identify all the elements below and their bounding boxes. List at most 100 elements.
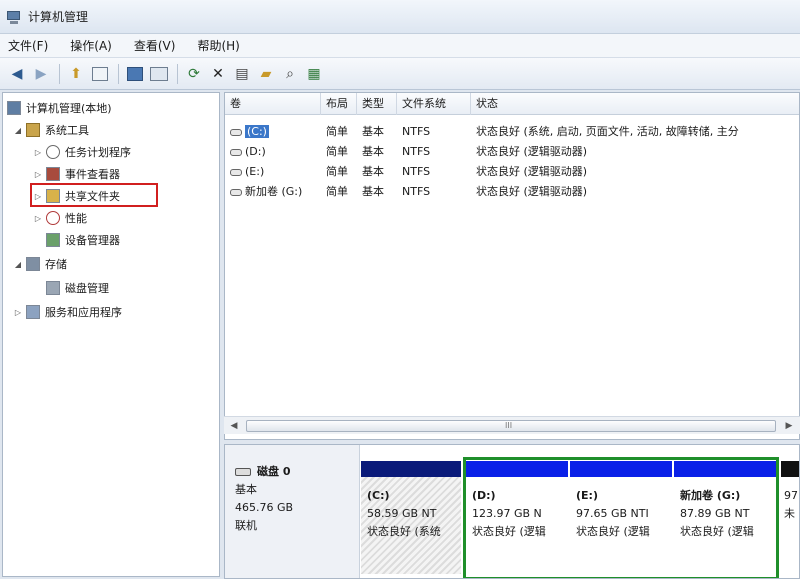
expand-arrow-icon[interactable]: ▷ — [13, 308, 23, 317]
scroll-thumb[interactable]: III — [246, 420, 776, 432]
refresh-icon[interactable]: ⟳ — [183, 63, 205, 85]
properties-icon[interactable]: ▤ — [231, 63, 253, 85]
type-cell: 基本 — [362, 125, 384, 138]
partition-unallocated[interactable]: 97 未 — [781, 461, 799, 574]
filesystem-cell: NTFS — [402, 185, 431, 198]
window-title: 计算机管理 — [28, 10, 89, 24]
extended-partition-frame — [463, 457, 779, 578]
menu-help[interactable]: 帮助(H) — [197, 37, 239, 54]
open-folder-icon[interactable]: ▰ — [255, 63, 277, 85]
toolbar-separator — [118, 63, 119, 84]
collapse-arrow-icon[interactable]: ◢ — [13, 126, 23, 135]
volume-name-cell: 新加卷 (G:) — [225, 182, 321, 202]
storage-icon — [26, 257, 40, 271]
filesystem-cell: NTFS — [402, 125, 431, 138]
search-icon[interactable]: ⌕ — [279, 63, 301, 85]
console-tree-icon[interactable] — [89, 63, 111, 85]
tree-item-label: 事件查看器 — [65, 168, 120, 181]
services-icon — [26, 305, 40, 319]
toolbar-separator — [59, 63, 60, 84]
zoom-icon[interactable]: ▦ — [303, 63, 325, 85]
column-header-volume[interactable]: 卷 — [225, 93, 321, 115]
disk-name: 磁盘 0 — [257, 465, 291, 478]
layout-cell: 简单 — [326, 185, 348, 198]
volume-name-cell: (D:) — [225, 142, 321, 162]
volume-name-cell: (E:) — [225, 162, 321, 182]
pane-icon[interactable] — [148, 63, 170, 85]
status-cell: 状态良好 (逻辑驱动器) — [476, 145, 588, 158]
list-header: 卷 布局 类型 文件系统 状态 — [225, 93, 799, 115]
filesystem-cell: NTFS — [402, 145, 431, 158]
volume-row[interactable]: (D:) 简单 基本 NTFS 状态良好 (逻辑驱动器) — [225, 142, 799, 162]
tree-item-root[interactable]: 计算机管理(本地) — [7, 99, 112, 117]
disk-status: 联机 — [235, 519, 257, 532]
layout-cell: 简单 — [326, 125, 348, 138]
drive-icon — [230, 148, 242, 156]
help-icon[interactable] — [124, 63, 146, 85]
tree-item-system-tools[interactable]: ◢ 系统工具 — [13, 121, 89, 139]
menu-action[interactable]: 操作(A) — [70, 37, 112, 54]
title-bar: 计算机管理 — [0, 0, 800, 34]
partition-size: 97 — [784, 489, 798, 502]
tree-item-label: 存储 — [45, 258, 67, 271]
volume-list: 卷 布局 类型 文件系统 状态 (C:) 简单 基本 NTFS 状态良好 (系统… — [224, 92, 800, 440]
partition-c[interactable]: (C:) 58.59 GB NT 状态良好 (系统 — [361, 461, 461, 574]
device-manager-icon — [46, 233, 60, 247]
tree-item-device-manager[interactable]: 设备管理器 — [46, 231, 120, 249]
drive-icon — [230, 188, 242, 196]
column-header-filesystem[interactable]: 文件系统 — [397, 93, 471, 115]
expand-arrow-icon[interactable]: ▷ — [33, 148, 43, 157]
scroll-right-icon[interactable]: ▶ — [782, 419, 796, 433]
tree-item-disk-management[interactable]: 磁盘管理 — [46, 279, 109, 297]
volume-row[interactable]: 新加卷 (G:) 简单 基本 NTFS 状态良好 (逻辑驱动器) — [225, 182, 799, 202]
volume-row[interactable]: (C:) 简单 基本 NTFS 状态良好 (系统, 启动, 页面文件, 活动, … — [225, 122, 799, 142]
up-folder-icon[interactable]: ⬆ — [65, 63, 87, 85]
scroll-left-icon[interactable]: ◀ — [227, 419, 241, 433]
volume-row[interactable]: (E:) 简单 基本 NTFS 状态良好 (逻辑驱动器) — [225, 162, 799, 182]
console-tree: 计算机管理(本地) ◢ 系统工具 ▷ 任务计划程序 ▷ 事件查看器 ▷ 共享文件… — [2, 92, 220, 577]
column-header-layout[interactable]: 布局 — [321, 93, 357, 115]
forward-arrow-icon[interactable]: ▶ — [30, 63, 52, 85]
layout-cell: 简单 — [326, 145, 348, 158]
status-cell: 状态良好 (系统, 启动, 页面文件, 活动, 故障转储, 主分 — [476, 125, 739, 138]
layout-cell: 简单 — [326, 165, 348, 178]
computer-management-icon — [6, 9, 22, 25]
disk-icon — [235, 468, 251, 476]
tree-item-event-viewer[interactable]: ▷ 事件查看器 — [33, 165, 120, 183]
menu-file[interactable]: 文件(F) — [8, 37, 48, 54]
disk-management-icon — [46, 281, 60, 295]
drive-icon — [230, 128, 242, 136]
expand-arrow-icon[interactable]: ▷ — [33, 214, 43, 223]
delete-icon[interactable]: ✕ — [207, 63, 229, 85]
volume-name: 新加卷 (G:) — [245, 185, 303, 198]
tree-item-task-scheduler[interactable]: ▷ 任务计划程序 — [33, 143, 131, 161]
column-header-status[interactable]: 状态 — [471, 93, 799, 115]
column-header-type[interactable]: 类型 — [357, 93, 397, 115]
disk-info[interactable]: 磁盘 0 基本 465.76 GB 联机 — [225, 445, 360, 578]
partition-status: 状态良好 (系统 — [367, 525, 441, 538]
disk-size: 465.76 GB — [235, 501, 294, 514]
menu-view[interactable]: 查看(V) — [134, 37, 176, 54]
volume-name-cell: (C:) — [225, 122, 321, 142]
tree-item-label: 磁盘管理 — [65, 282, 109, 295]
status-cell: 状态良好 (逻辑驱动器) — [476, 185, 588, 198]
partition-label: (C:) — [367, 489, 390, 502]
expand-arrow-icon[interactable]: ▷ — [33, 170, 43, 179]
horizontal-scrollbar[interactable]: ◀ III ▶ — [224, 416, 800, 434]
tree-item-label: 服务和应用程序 — [45, 306, 122, 319]
toolbox-icon — [26, 123, 40, 137]
tree-item-label: 性能 — [65, 212, 87, 225]
partition-size: 58.59 GB NT — [367, 507, 437, 520]
partition-bar — [361, 461, 461, 477]
highlight-box — [30, 183, 158, 207]
partition-body: 97 未 — [781, 477, 799, 574]
tree-item-performance[interactable]: ▷ 性能 — [33, 209, 87, 227]
volume-name: (D:) — [245, 145, 266, 158]
back-arrow-icon[interactable]: ◀ — [6, 63, 28, 85]
collapse-arrow-icon[interactable]: ◢ — [13, 260, 23, 269]
toolbar: ◀ ▶ ⬆ ⟳ ✕ ▤ ▰ ⌕ ▦ — [0, 58, 800, 90]
computer-icon — [7, 101, 21, 115]
tree-item-label: 设备管理器 — [65, 234, 120, 247]
tree-item-services-apps[interactable]: ▷ 服务和应用程序 — [13, 303, 122, 321]
tree-item-storage[interactable]: ◢ 存储 — [13, 255, 67, 273]
